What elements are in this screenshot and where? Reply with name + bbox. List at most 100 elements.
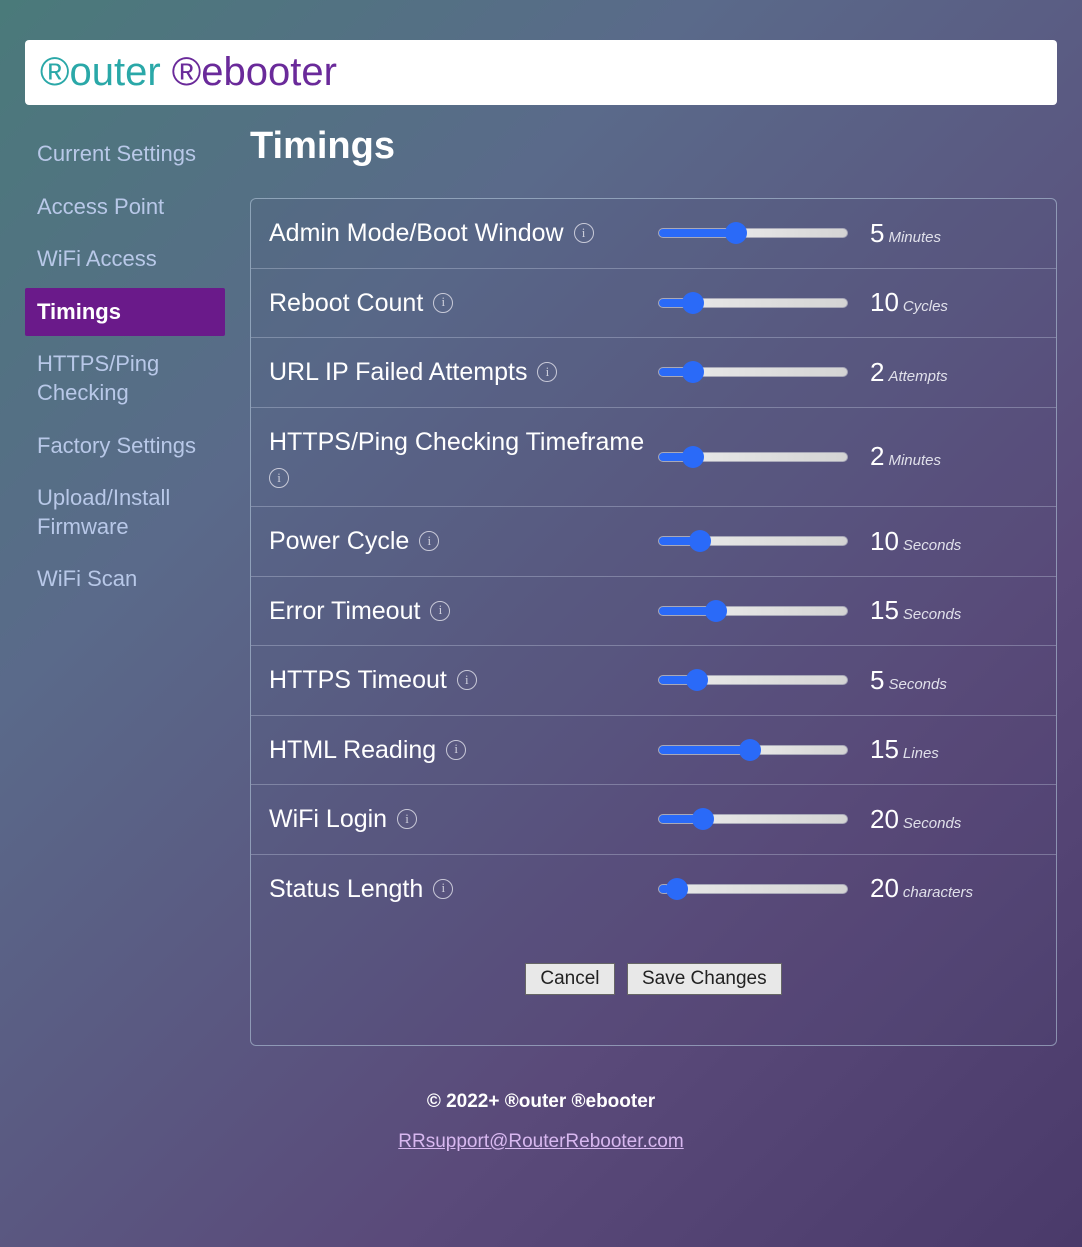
setting-value: 5 (870, 218, 884, 248)
info-icon[interactable]: i (574, 223, 594, 243)
info-icon[interactable]: i (269, 468, 289, 488)
setting-slider[interactable] (658, 814, 848, 824)
setting-value: 10 (870, 526, 899, 556)
setting-slider[interactable] (658, 228, 848, 238)
info-icon[interactable]: i (446, 740, 466, 760)
setting-label: Reboot Counti (269, 287, 658, 320)
sidebar-item-access-point[interactable]: Access Point (25, 183, 225, 232)
sidebar-item-wifi-scan[interactable]: WiFi Scan (25, 555, 225, 604)
setting-row: Reboot Counti10Cycles (251, 269, 1056, 339)
setting-value: 2 (870, 441, 884, 471)
info-icon[interactable]: i (433, 293, 453, 313)
sidebar-item-timings[interactable]: Timings (25, 288, 225, 337)
setting-label: URL IP Failed Attempts i (269, 356, 658, 389)
setting-label-text: HTTPS Timeout (269, 664, 447, 697)
settings-panel: Admin Mode/Boot Windowi5MinutesReboot Co… (250, 198, 1057, 1046)
setting-slider[interactable] (658, 675, 848, 685)
setting-slider[interactable] (658, 298, 848, 308)
setting-slider[interactable] (658, 367, 848, 377)
setting-slider[interactable] (658, 536, 848, 546)
support-link[interactable]: RRsupport@RouterRebooter.com (398, 1131, 683, 1152)
slider-cell (658, 298, 858, 308)
slider-cell (658, 452, 858, 462)
setting-label: HTTPS/Ping Checking Timeframe i (269, 426, 658, 489)
setting-value: 20 (870, 804, 899, 834)
setting-unit: Minutes (888, 452, 941, 469)
setting-label: Status Length i (269, 873, 658, 906)
setting-label: Error Timeout i (269, 595, 658, 628)
value-cell: 5Seconds (858, 665, 1038, 696)
slider-cell (658, 814, 858, 824)
brand-logo: ®outer ®ebooter (40, 50, 337, 94)
setting-label-text: Admin Mode/Boot Window (269, 217, 564, 250)
sidebar-item-factory-settings[interactable]: Factory Settings (25, 422, 225, 471)
setting-label: WiFi Login i (269, 803, 658, 836)
value-cell: 20characters (858, 873, 1038, 904)
setting-slider[interactable] (658, 745, 848, 755)
setting-row: HTTPS Timeout i 5Seconds (251, 646, 1056, 716)
setting-value: 2 (870, 357, 884, 387)
setting-unit: characters (903, 884, 973, 901)
setting-label: Power Cycle i (269, 525, 658, 558)
setting-row: Admin Mode/Boot Window i 5Minutes (251, 199, 1056, 269)
info-icon[interactable]: i (457, 670, 477, 690)
setting-row: Error Timeout i 15Seconds (251, 577, 1056, 647)
main-content: Timings Admin Mode/Boot Windowi5MinutesR… (225, 115, 1057, 1046)
setting-value: 5 (870, 665, 884, 695)
brand-word1: outer (69, 50, 160, 94)
setting-label: HTML Reading i (269, 734, 658, 767)
setting-row: HTML Reading i 15Lines (251, 716, 1056, 786)
setting-label-text: HTTPS/Ping Checking Timeframe (269, 426, 644, 459)
sidebar-item-wifi-access[interactable]: WiFi Access (25, 235, 225, 284)
footer: © 2022+ ®outer ®ebooter RRsupport@Router… (0, 1091, 1082, 1193)
info-icon[interactable]: i (430, 601, 450, 621)
setting-label-text: WiFi Login (269, 803, 387, 836)
app-header: ®outer ®ebooter (25, 40, 1057, 105)
setting-row: HTTPS/Ping Checking Timeframe i 2Minutes (251, 408, 1056, 508)
setting-label-text: Power Cycle (269, 525, 409, 558)
setting-unit: Minutes (888, 229, 941, 246)
setting-value: 15 (870, 595, 899, 625)
info-icon[interactable]: i (433, 879, 453, 899)
slider-cell (658, 745, 858, 755)
slider-cell (658, 536, 858, 546)
setting-slider[interactable] (658, 452, 848, 462)
setting-label-text: URL IP Failed Attempts (269, 356, 527, 389)
setting-unit: Cycles (903, 298, 948, 315)
sidebar-item-upload-install-firmware[interactable]: Upload/Install Firmware (25, 474, 225, 551)
slider-cell (658, 675, 858, 685)
cancel-button[interactable]: Cancel (525, 963, 614, 995)
setting-label-text: Status Length (269, 873, 423, 906)
setting-unit: Seconds (903, 606, 961, 623)
setting-row: WiFi Login i 20Seconds (251, 785, 1056, 855)
setting-value: 20 (870, 873, 899, 903)
save-button[interactable]: Save Changes (627, 963, 782, 995)
setting-row: Status Length i 20characters (251, 855, 1056, 924)
sidebar-item-current-settings[interactable]: Current Settings (25, 130, 225, 179)
setting-slider[interactable] (658, 884, 848, 894)
setting-row: URL IP Failed Attemptsi2Attempts (251, 338, 1056, 408)
page-title: Timings (250, 125, 1057, 168)
copyright-text: © 2022+ ®outer ®ebooter (0, 1091, 1082, 1113)
info-icon[interactable]: i (397, 809, 417, 829)
value-cell: 15Seconds (858, 595, 1038, 626)
brand-word2: ebooter (201, 50, 337, 94)
info-icon[interactable]: i (419, 531, 439, 551)
slider-cell (658, 606, 858, 616)
sidebar-item-https-ping-checking[interactable]: HTTPS/Ping Checking (25, 340, 225, 417)
slider-cell (658, 367, 858, 377)
setting-unit: Seconds (903, 815, 961, 832)
setting-unit: Lines (903, 745, 939, 762)
setting-slider[interactable] (658, 606, 848, 616)
value-cell: 20Seconds (858, 804, 1038, 835)
setting-label-text: Error Timeout (269, 595, 420, 628)
brand-r2: ® (172, 50, 201, 94)
setting-value: 15 (870, 734, 899, 764)
setting-label-text: HTML Reading (269, 734, 436, 767)
value-cell: 15Lines (858, 734, 1038, 765)
sidebar: Current SettingsAccess PointWiFi AccessT… (25, 115, 225, 1046)
slider-cell (658, 228, 858, 238)
setting-label: Admin Mode/Boot Window i (269, 217, 658, 250)
actions-row: Cancel Save Changes (251, 963, 1056, 995)
info-icon[interactable]: i (537, 362, 557, 382)
